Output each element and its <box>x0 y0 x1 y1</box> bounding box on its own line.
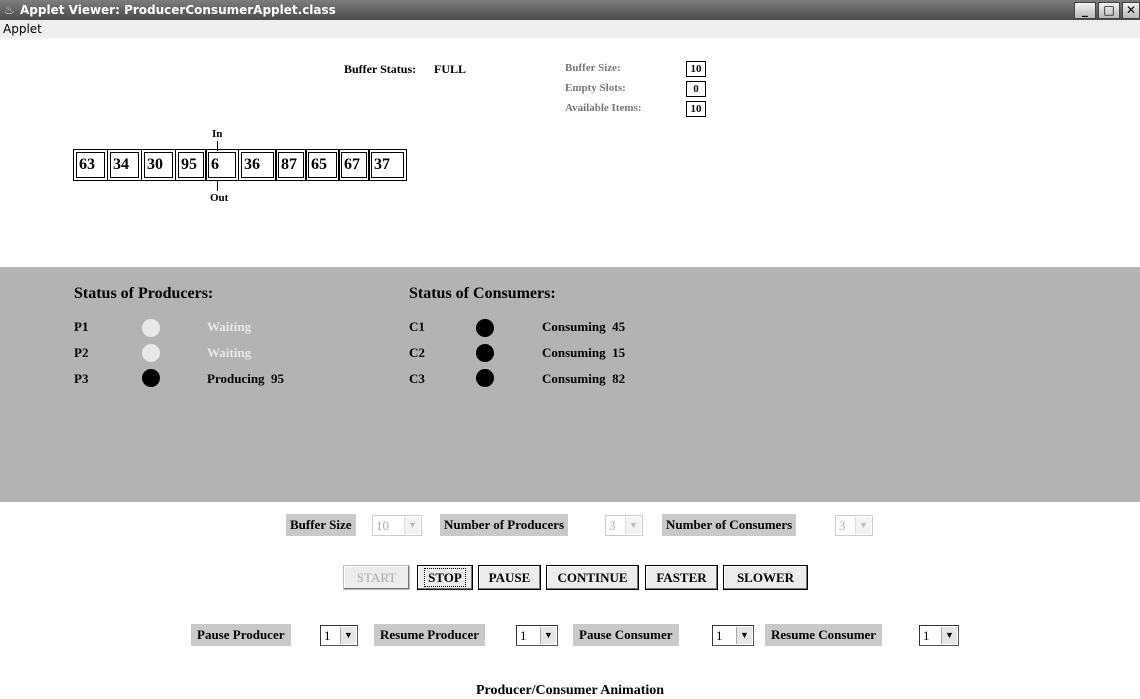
stop-button-label: STOP <box>424 568 466 587</box>
consumer-name: C3 <box>409 371 425 386</box>
faster-button[interactable]: FASTER <box>645 565 718 590</box>
menu-bar: Applet <box>0 20 1140 38</box>
in-pointer-line <box>217 141 218 151</box>
buffer-cell: 37 <box>368 149 407 181</box>
empty-slots-value: 0 <box>686 81 706 97</box>
buffer-cell: 95 <box>175 149 207 181</box>
maximize-button[interactable]: □ <box>1098 2 1120 19</box>
producer-state: Waiting <box>207 319 252 334</box>
consumer-indicator-icon <box>476 319 494 337</box>
pause-button-label: PAUSE <box>488 570 531 585</box>
pause-consumer-select-value: 1 <box>716 628 723 643</box>
producer-name: P2 <box>74 345 89 360</box>
menu-applet[interactable]: Applet <box>3 22 42 36</box>
buffer-size-info-value: 10 <box>686 61 706 77</box>
buffer-size-info-label: Buffer Size: <box>565 62 621 74</box>
minimize-button[interactable]: _ <box>1074 2 1096 19</box>
status-panel: Status of Producers: Status of Consumers… <box>0 267 1140 502</box>
window-title: Applet Viewer: ProducerConsumerApplet.cl… <box>20 3 336 17</box>
buffer-status-value: FULL <box>434 62 467 76</box>
producer-indicator-icon <box>142 369 160 387</box>
available-items-value: 10 <box>686 101 706 117</box>
resume-consumer-select-value: 1 <box>923 628 930 643</box>
window-title-bar[interactable]: ♨ Applet Viewer: ProducerConsumerApplet.… <box>0 0 1140 20</box>
resume-consumer-label: Resume Consumer <box>765 624 883 646</box>
chevron-down-icon: ▼ <box>855 517 871 534</box>
start-button[interactable]: START <box>343 565 410 590</box>
producer-state: Waiting <box>207 345 252 360</box>
producer-state: Producing 95 <box>207 371 285 386</box>
out-pointer-label: Out <box>210 192 229 204</box>
producer-indicator-icon <box>142 344 160 362</box>
producers-status-title: Status of Producers: <box>74 285 214 302</box>
buffer-size-select[interactable]: 10 ▼ <box>372 515 422 536</box>
num-producers-select[interactable]: 3 ▼ <box>605 515 643 536</box>
pause-consumer-select[interactable]: 1 ▼ <box>712 625 754 646</box>
continue-button-label: CONTINUE <box>557 570 628 585</box>
consumers-status-title: Status of Consumers: <box>409 285 556 302</box>
consumer-name: C2 <box>409 345 425 360</box>
chevron-down-icon: ▼ <box>404 517 420 534</box>
producer-name: P3 <box>74 371 89 386</box>
pause-producer-select-value: 1 <box>324 628 331 643</box>
chevron-down-icon: ▼ <box>736 627 752 644</box>
buffer-cell: 6 <box>205 149 239 181</box>
buffer-cell: 67 <box>338 149 370 181</box>
pause-producer-label: Pause Producer <box>191 624 291 646</box>
producer-name: P1 <box>74 319 89 334</box>
chevron-down-icon: ▼ <box>340 627 356 644</box>
buffer-cell: 87 <box>275 149 307 181</box>
start-button-label: START <box>356 570 397 585</box>
slower-button-label: SLOWER <box>736 570 795 585</box>
buffer-size-label: Buffer Size <box>286 514 356 536</box>
close-button[interactable]: ✕ <box>1122 2 1140 19</box>
consumer-state: Consuming 82 <box>542 371 626 386</box>
chevron-down-icon: ▼ <box>540 627 556 644</box>
continue-button[interactable]: CONTINUE <box>546 565 639 590</box>
producer-indicator-icon <box>142 319 160 337</box>
chevron-down-icon: ▼ <box>625 517 641 534</box>
consumer-state: Consuming 15 <box>542 345 626 360</box>
num-consumers-label: Number of Consumers <box>662 514 797 536</box>
buffer-cell: 30 <box>141 149 176 181</box>
consumer-indicator-icon <box>476 369 494 387</box>
java-cup-icon: ♨ <box>4 3 15 17</box>
pause-consumer-label: Pause Consumer <box>573 624 679 646</box>
num-producers-label: Number of Producers <box>440 514 569 536</box>
in-pointer-label: In <box>212 128 223 140</box>
slower-button[interactable]: SLOWER <box>723 565 808 590</box>
consumer-indicator-icon <box>476 344 494 362</box>
num-consumers-select[interactable]: 3 ▼ <box>835 515 873 536</box>
buffer-size-select-value: 10 <box>376 518 389 533</box>
pause-producer-select[interactable]: 1 ▼ <box>320 625 358 646</box>
empty-slots-label: Empty Slots: <box>565 82 626 94</box>
stop-button[interactable]: STOP <box>417 565 473 590</box>
pause-button[interactable]: PAUSE <box>478 565 541 590</box>
consumer-state: Consuming 45 <box>542 319 626 334</box>
chevron-down-icon: ▼ <box>941 627 957 644</box>
resume-consumer-select[interactable]: 1 ▼ <box>919 625 959 646</box>
resume-producer-label: Resume Producer <box>374 624 486 646</box>
resume-producer-select[interactable]: 1 ▼ <box>516 625 558 646</box>
buffer-cell: 63 <box>73 149 108 181</box>
out-pointer-line <box>217 181 218 191</box>
consumer-name: C1 <box>409 319 425 334</box>
buffer-cell: 34 <box>107 149 142 181</box>
buffer-status-label: Buffer Status: <box>344 62 417 76</box>
resume-producer-select-value: 1 <box>520 628 527 643</box>
num-consumers-select-value: 3 <box>839 518 846 533</box>
faster-button-label: FASTER <box>656 570 707 585</box>
buffer-cell: 36 <box>238 149 277 181</box>
num-producers-select-value: 3 <box>609 518 616 533</box>
buffer-cell: 65 <box>305 149 340 181</box>
available-items-label: Available Items: <box>565 102 642 114</box>
